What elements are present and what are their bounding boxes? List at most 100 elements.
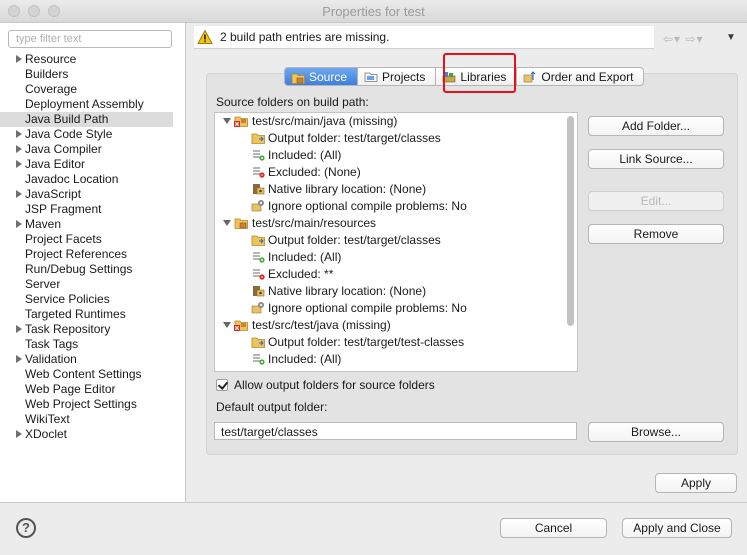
allow-output-folders-checkbox[interactable] <box>216 379 228 391</box>
expand-triangle-icon[interactable] <box>16 190 22 198</box>
sidebar-item[interactable]: Web Content Settings <box>0 367 185 382</box>
sidebar-item[interactable]: Validation <box>0 352 185 367</box>
source-attribute-node[interactable]: Output folder: test/target/test-classes <box>215 334 577 351</box>
history-nav[interactable]: ⇦▾ ⇨▾ <box>663 32 704 46</box>
expand-triangle-icon[interactable] <box>16 130 22 138</box>
browse-button[interactable]: Browse... <box>588 422 724 442</box>
sidebar-item[interactable]: Javadoc Location <box>0 172 185 187</box>
sidebar-item[interactable]: Java Code Style <box>0 127 185 142</box>
ignore-problems-icon <box>251 199 265 213</box>
apply-and-close-button[interactable]: Apply and Close <box>622 518 732 538</box>
included-icon <box>251 250 265 264</box>
message-text: 2 build path entries are missing. <box>220 30 390 44</box>
source-attribute-node[interactable]: Native library location: (None) <box>215 283 577 300</box>
tab-source[interactable]: Source <box>284 67 359 86</box>
expand-triangle-icon[interactable] <box>16 430 22 438</box>
sidebar-item-label: Web Page Editor <box>25 382 116 396</box>
sidebar-item-label: Run/Debug Settings <box>25 262 133 276</box>
view-menu-icon[interactable]: ▼ <box>726 32 736 43</box>
node-label: Included: (All) <box>268 352 342 366</box>
source-folders-tree[interactable]: test/src/main/java (missing) Output folde… <box>214 112 578 372</box>
collapse-triangle-icon[interactable] <box>223 322 231 328</box>
sidebar-item[interactable]: JavaScript <box>0 187 185 202</box>
source-folder-node[interactable]: test/src/main/resources <box>215 215 577 232</box>
expand-triangle-icon[interactable] <box>16 160 22 168</box>
source-folder-icon <box>291 71 305 84</box>
tab-projects[interactable]: Projects <box>358 67 437 86</box>
default-output-folder-input[interactable] <box>219 424 563 440</box>
expand-triangle-icon[interactable] <box>16 145 22 153</box>
add-folder-button[interactable]: Add Folder... <box>588 116 724 136</box>
collapse-triangle-icon[interactable] <box>223 220 231 226</box>
source-folder-node[interactable]: test/src/main/java (missing) <box>215 113 577 130</box>
source-folder-node[interactable]: test/src/test/java (missing) <box>215 317 577 334</box>
sidebar-item[interactable]: Run/Debug Settings <box>0 262 185 277</box>
expand-triangle-icon[interactable] <box>16 220 22 228</box>
source-folder-icon <box>234 216 248 230</box>
expand-triangle-icon[interactable] <box>16 355 22 363</box>
tab-label: Source <box>309 69 348 84</box>
sidebar-item[interactable]: Java Build Path <box>0 112 173 127</box>
vertical-scrollbar[interactable] <box>567 116 574 326</box>
node-label: Included: (All) <box>268 250 342 264</box>
sidebar-item[interactable]: Java Editor <box>0 157 185 172</box>
back-arrow-icon[interactable]: ⇦▾ <box>663 32 681 46</box>
apply-button[interactable]: Apply <box>655 473 737 493</box>
tab-order-and-export[interactable]: Order and Export <box>517 67 645 86</box>
order-export-icon <box>523 70 537 83</box>
sidebar-item[interactable]: Task Repository <box>0 322 185 337</box>
sidebar-item[interactable]: XDoclet <box>0 427 185 442</box>
node-label: Excluded: ** <box>268 267 334 281</box>
forward-arrow-icon[interactable]: ⇨▾ <box>685 32 703 46</box>
source-attribute-node[interactable]: Included: (All) <box>215 147 577 164</box>
sidebar-item[interactable]: Web Page Editor <box>0 382 185 397</box>
expand-triangle-icon[interactable] <box>16 55 22 63</box>
sidebar-item[interactable]: JSP Fragment <box>0 202 185 217</box>
remove-button[interactable]: Remove <box>588 224 724 244</box>
sidebar-item[interactable]: Targeted Runtimes <box>0 307 185 322</box>
sidebar-item[interactable]: Service Policies <box>0 292 185 307</box>
sidebar-item[interactable]: Java Compiler <box>0 142 185 157</box>
source-attribute-node[interactable]: Excluded: (None) <box>215 164 577 181</box>
default-output-folder-field[interactable] <box>214 422 577 440</box>
sidebar-item-label: Builders <box>25 67 69 81</box>
sidebar-item[interactable]: Builders <box>0 67 185 82</box>
sidebar-item-label: Web Content Settings <box>25 367 142 381</box>
collapse-triangle-icon[interactable] <box>223 118 231 124</box>
sidebar-item[interactable]: Maven <box>0 217 185 232</box>
help-icon[interactable]: ? <box>16 518 36 538</box>
source-attribute-node[interactable]: Ignore optional compile problems: No <box>215 300 577 317</box>
source-attribute-node[interactable]: Native library location: (None) <box>215 181 577 198</box>
node-label: Ignore optional compile problems: No <box>268 199 467 213</box>
filter-field[interactable] <box>8 30 172 48</box>
sidebar-item[interactable]: Resource <box>0 52 185 67</box>
source-attribute-node[interactable]: Output folder: test/target/classes <box>215 232 577 249</box>
source-attribute-node[interactable]: Excluded: ** <box>215 266 577 283</box>
message-bar: 2 build path entries are missing. <box>194 26 654 49</box>
expand-triangle-icon[interactable] <box>16 325 22 333</box>
allow-output-folders-row[interactable]: Allow output folders for source folders <box>216 378 435 392</box>
cancel-button[interactable]: Cancel <box>500 518 607 538</box>
output-folder-icon <box>251 335 265 349</box>
sidebar-item[interactable]: Coverage <box>0 82 185 97</box>
link-source-button[interactable]: Link Source... <box>588 149 724 169</box>
missing-source-folder-icon <box>234 318 248 332</box>
node-label: Output folder: test/target/test-classes <box>268 335 465 349</box>
source-attribute-node[interactable]: Ignore optional compile problems: No <box>215 198 577 215</box>
source-attribute-node[interactable]: Output folder: test/target/classes <box>215 130 577 147</box>
included-icon <box>251 352 265 366</box>
projects-icon <box>364 71 378 83</box>
source-attribute-node[interactable]: Included: (All) <box>215 351 577 368</box>
filter-input[interactable] <box>14 32 168 46</box>
source-attribute-node[interactable]: Included: (All) <box>215 249 577 266</box>
excluded-icon <box>251 267 265 281</box>
node-label: Output folder: test/target/classes <box>268 233 441 247</box>
sidebar-item[interactable]: Project References <box>0 247 185 262</box>
sidebar-item[interactable]: Web Project Settings <box>0 397 185 412</box>
edit-button[interactable]: Edit... <box>588 191 724 211</box>
sidebar-item[interactable]: Server <box>0 277 185 292</box>
sidebar-item[interactable]: WikiText <box>0 412 185 427</box>
sidebar-item[interactable]: Task Tags <box>0 337 185 352</box>
sidebar-item[interactable]: Project Facets <box>0 232 185 247</box>
sidebar-item[interactable]: Deployment Assembly <box>0 97 185 112</box>
